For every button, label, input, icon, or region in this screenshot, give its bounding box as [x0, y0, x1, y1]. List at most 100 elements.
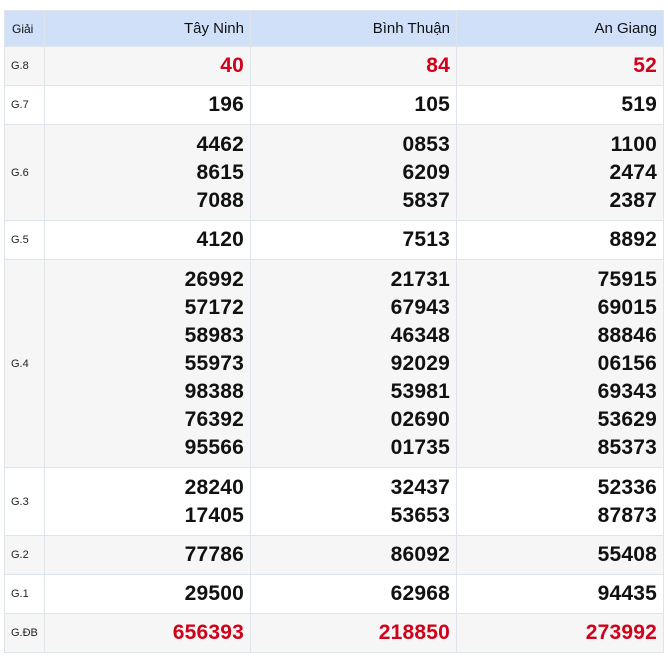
winning-number: 58983	[184, 323, 244, 347]
prize-cell: 7513	[250, 220, 457, 260]
winning-number: 5837	[402, 188, 450, 212]
winning-number: 98388	[184, 379, 244, 403]
winning-number: 46348	[390, 323, 450, 347]
prize-cell: 105	[250, 85, 457, 125]
winning-number: 4462	[196, 132, 244, 156]
prize-cell: 0853 6209 5837	[250, 124, 457, 221]
prize-cell: 656393	[44, 613, 251, 653]
winning-number: 6209	[402, 160, 450, 184]
winning-number: 92029	[390, 351, 450, 375]
winning-number: 52	[633, 54, 657, 77]
winning-number: 519	[621, 93, 657, 116]
winning-number: 69015	[597, 295, 657, 319]
prize-row: G.6 4462 8615 7088 0853 6209 5837 1100 2474 2387	[4, 124, 664, 221]
prize-name: G.6	[4, 124, 45, 221]
winning-number: 84	[426, 54, 450, 77]
prize-row: G.2 77786 86092 55408	[4, 535, 664, 575]
winning-number: 2387	[609, 188, 657, 212]
prize-cell: 94435	[456, 574, 664, 614]
prize-row: G.7 196 105 519	[4, 85, 664, 125]
prize-cell: 52336 87873	[456, 467, 664, 536]
winning-number: 2474	[609, 160, 657, 184]
results-body: G.8 40 84 52 G.7 196 105 519 G.6 4462 8615 7088 0853…	[4, 46, 664, 653]
prize-cell: 8892	[456, 220, 664, 260]
prize-name: G.7	[4, 85, 45, 125]
winning-number: 32437	[390, 475, 450, 499]
winning-number: 77786	[184, 543, 244, 566]
prize-name: G.8	[4, 46, 45, 86]
prize-row: G.1 29500 62968 94435	[4, 574, 664, 614]
header-prize: Giải	[4, 10, 45, 47]
winning-number: 40	[220, 54, 244, 77]
winning-number: 95566	[184, 435, 244, 459]
winning-number: 88846	[597, 323, 657, 347]
winning-number: 28240	[184, 475, 244, 499]
prize-cell: 40	[44, 46, 251, 86]
winning-number: 69343	[597, 379, 657, 403]
winning-number: 656393	[172, 621, 244, 644]
prize-cell: 55408	[456, 535, 664, 575]
winning-number: 7513	[402, 228, 450, 251]
prize-cell: 196	[44, 85, 251, 125]
winning-number: 7088	[196, 188, 244, 212]
prize-cell: 86092	[250, 535, 457, 575]
prize-row: G.4 26992 57172 58983 55973 98388 76392 95566 21…	[4, 259, 664, 468]
results-table: Giải Tây Ninh Bình Thuận An Giang G.8 40 8…	[4, 10, 664, 653]
winning-number: 0853	[402, 132, 450, 156]
prize-cell: 218850	[250, 613, 457, 653]
winning-number: 75915	[597, 267, 657, 291]
winning-number: 17405	[184, 503, 244, 527]
prize-cell: 84	[250, 46, 457, 86]
prize-cell: 32437 53653	[250, 467, 457, 536]
winning-number: 67943	[390, 295, 450, 319]
header-province-binh-thuan[interactable]: Bình Thuận	[250, 10, 457, 47]
prize-cell: 26992 57172 58983 55973 98388 76392 95566	[44, 259, 251, 468]
prize-cell: 29500	[44, 574, 251, 614]
prize-cell: 28240 17405	[44, 467, 251, 536]
winning-number: 53629	[597, 407, 657, 431]
prize-name: G.3	[4, 467, 45, 536]
winning-number: 105	[414, 93, 450, 116]
winning-number: 55973	[184, 351, 244, 375]
prize-cell: 62968	[250, 574, 457, 614]
winning-number: 55408	[597, 543, 657, 566]
prize-cell: 77786	[44, 535, 251, 575]
prize-row: G.3 28240 17405 32437 53653 52336 87873	[4, 467, 664, 536]
winning-number: 86092	[390, 543, 450, 566]
table-header-row: Giải Tây Ninh Bình Thuận An Giang	[4, 10, 664, 47]
winning-number: 87873	[597, 503, 657, 527]
winning-number: 4120	[196, 228, 244, 251]
winning-number: 85373	[597, 435, 657, 459]
header-province-an-giang[interactable]: An Giang	[456, 10, 664, 47]
prize-cell: 52	[456, 46, 664, 86]
prize-cell: 4120	[44, 220, 251, 260]
winning-number: 26992	[184, 267, 244, 291]
winning-number: 53653	[390, 503, 450, 527]
prize-name: G.1	[4, 574, 45, 614]
winning-number: 196	[208, 93, 244, 116]
winning-number: 01735	[390, 435, 450, 459]
prize-row: G.5 4120 7513 8892	[4, 220, 664, 260]
winning-number: 06156	[597, 351, 657, 375]
prize-name: G.5	[4, 220, 45, 260]
winning-number: 52336	[597, 475, 657, 499]
winning-number: 1100	[610, 132, 657, 156]
winning-number: 62968	[390, 582, 450, 605]
prize-cell: 273992	[456, 613, 664, 653]
prize-name: G.4	[4, 259, 45, 468]
winning-number: 29500	[184, 582, 244, 605]
winning-number: 02690	[390, 407, 450, 431]
prize-name: G.ĐB	[4, 613, 45, 653]
winning-number: 76392	[184, 407, 244, 431]
prize-name: G.2	[4, 535, 45, 575]
prize-cell: 4462 8615 7088	[44, 124, 251, 221]
prize-cell: 75915 69015 88846 06156 69343 53629 85373	[456, 259, 664, 468]
winning-number: 57172	[184, 295, 244, 319]
winning-number: 8615	[196, 160, 244, 184]
prize-cell: 519	[456, 85, 664, 125]
lottery-results-panel: Giải Tây Ninh Bình Thuận An Giang G.8 40 8…	[4, 10, 664, 653]
winning-number: 94435	[597, 582, 657, 605]
header-province-tay-ninh[interactable]: Tây Ninh	[44, 10, 251, 47]
winning-number: 8892	[609, 228, 657, 251]
winning-number: 21731	[390, 267, 450, 291]
